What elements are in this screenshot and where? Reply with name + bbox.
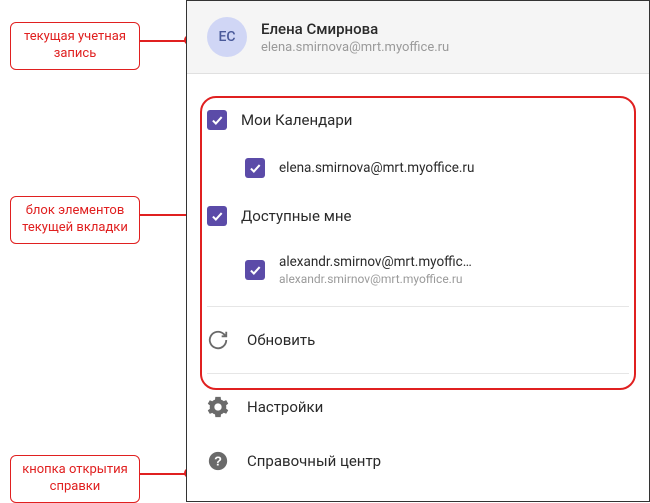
sidebar-panel: ЕС Елена Смирнова elena.smirnova@mrt.myo… <box>186 0 650 502</box>
calendar-item-label: alexandr.smirnov@mrt.myoffic… <box>279 254 472 270</box>
account-header[interactable]: ЕС Елена Смирнова elena.smirnova@mrt.myo… <box>187 1 649 74</box>
callout-help-text: кнопка открытия справки <box>22 462 128 494</box>
callout-account-text: текущая учетная запись <box>24 29 126 61</box>
settings-label: Настройки <box>247 398 323 416</box>
calendar-list: Мои Календари elena.smirnova@mrt.myoffic… <box>187 74 649 488</box>
callout-section: блок элементов текущей вкладки <box>10 196 140 244</box>
divider <box>207 306 629 307</box>
help-icon: ? <box>207 450 229 472</box>
checkbox-icon[interactable] <box>207 110 227 130</box>
callout-help: кнопка открытия справки <box>10 455 140 503</box>
checkbox-icon[interactable] <box>245 158 265 178</box>
calendar-item[interactable]: alexandr.smirnov@mrt.myoffic… alexandr.s… <box>187 240 649 300</box>
account-name: Елена Смирнова <box>261 20 449 38</box>
checkbox-icon[interactable] <box>207 206 227 226</box>
refresh-label: Обновить <box>247 331 315 349</box>
callout-line <box>140 214 190 216</box>
callout-line <box>140 473 186 475</box>
refresh-button[interactable]: Обновить <box>187 313 649 367</box>
settings-button[interactable]: Настройки <box>187 380 649 434</box>
shared-calendars-label: Доступные мне <box>241 207 351 225</box>
account-text: Елена Смирнова elena.smirnova@mrt.myoffi… <box>261 20 449 55</box>
my-calendars-label: Мои Календари <box>241 111 352 129</box>
callout-line <box>140 40 186 42</box>
account-email: elena.smirnova@mrt.myoffice.ru <box>261 40 449 55</box>
shared-calendars-row[interactable]: Доступные мне <box>187 192 649 240</box>
avatar-initials: ЕС <box>218 29 235 45</box>
help-button[interactable]: ? Справочный центр <box>187 434 649 488</box>
refresh-icon <box>207 329 229 351</box>
callout-account: текущая учетная запись <box>10 22 140 70</box>
divider <box>207 373 629 374</box>
help-label: Справочный центр <box>247 452 381 470</box>
checkbox-icon[interactable] <box>245 260 265 280</box>
calendar-item-text: alexandr.smirnov@mrt.myoffic… alexandr.s… <box>279 254 472 286</box>
calendar-item-label: elena.smirnova@mrt.myoffice.ru <box>279 160 474 176</box>
avatar: ЕС <box>207 17 247 57</box>
callout-section-text: блок элементов текущей вкладки <box>22 203 128 235</box>
calendar-item-secondary: alexandr.smirnov@mrt.myoffice.ru <box>279 272 472 286</box>
gear-icon <box>207 396 229 418</box>
svg-text:?: ? <box>214 454 222 469</box>
my-calendars-row[interactable]: Мои Календари <box>187 96 649 144</box>
calendar-item[interactable]: elena.smirnova@mrt.myoffice.ru <box>187 144 649 192</box>
